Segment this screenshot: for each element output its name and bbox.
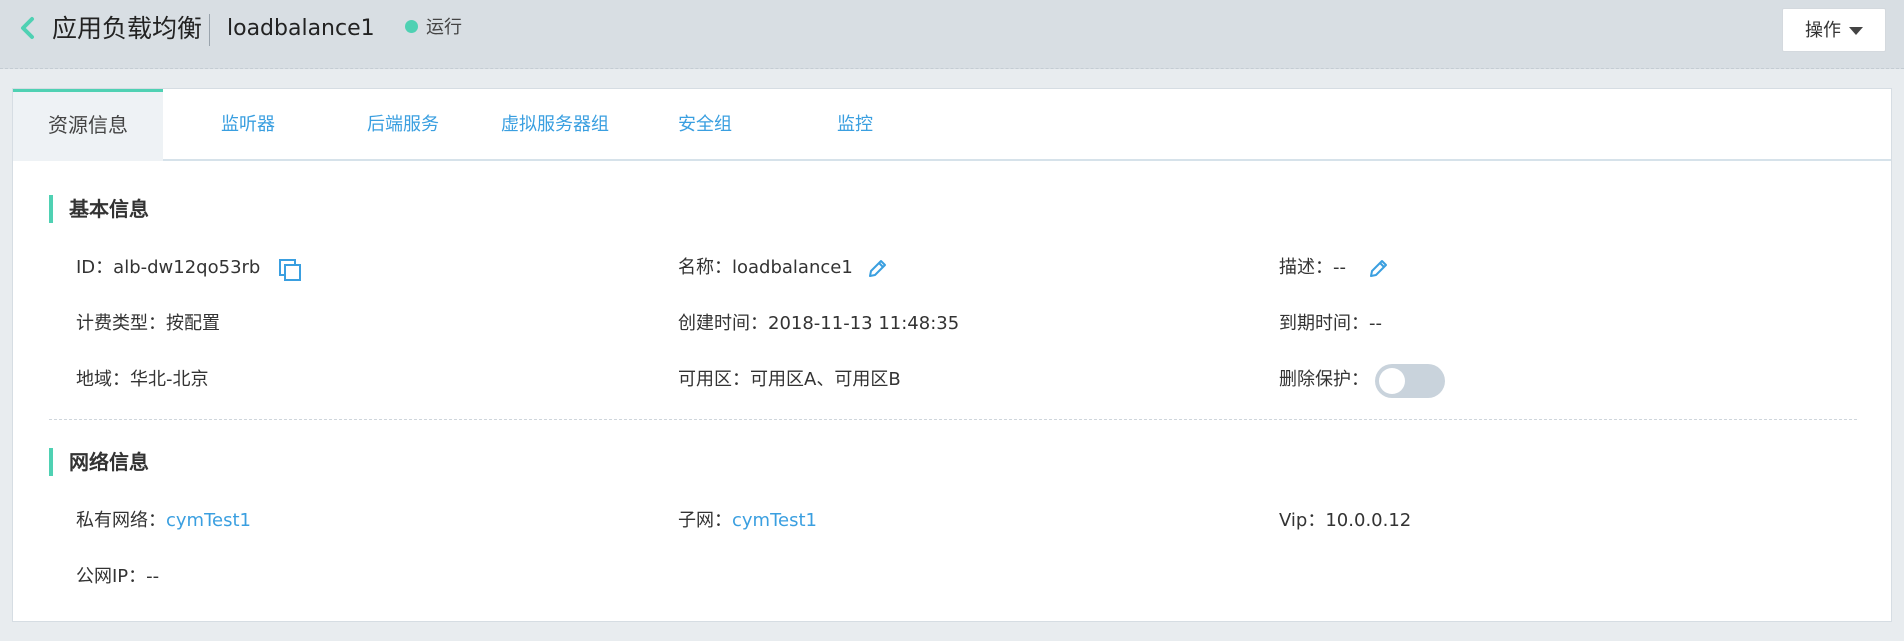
section-network-info-title: 网络信息 [69, 450, 149, 474]
region-value: 华北-北京 [130, 369, 209, 390]
field-billing-type: 计费类型：按配置 [76, 310, 220, 338]
id-label: ID： [76, 257, 114, 278]
field-name: 名称：loadbalance1 [678, 254, 853, 282]
section-basic-info: 基本信息 [49, 195, 149, 223]
section-network-info: 网络信息 [49, 448, 149, 476]
field-expire-time: 到期时间：-- [1279, 310, 1382, 338]
description-label: 描述： [1279, 257, 1333, 278]
operations-label: 操作 [1805, 20, 1841, 41]
delete-protection-toggle[interactable] [1375, 364, 1445, 398]
field-vpc: 私有网络：cymTest1 [76, 507, 251, 535]
availability-zone-label: 可用区： [678, 369, 750, 390]
edit-description-pencil-icon[interactable] [1366, 257, 1390, 281]
subnet-label: 子网： [678, 510, 732, 531]
copy-icon[interactable] [277, 257, 303, 283]
page-header: 应用负载均衡 loadbalance1 运行 操作 [0, 0, 1904, 69]
operations-dropdown-button[interactable]: 操作 [1782, 8, 1886, 52]
field-id: ID：alb-dw12qo53rb [76, 254, 260, 282]
vpc-link[interactable]: cymTest1 [166, 510, 251, 531]
page-title: 应用负载均衡 [52, 14, 203, 43]
title-divider [209, 14, 210, 46]
billing-type-value: 按配置 [166, 313, 220, 334]
region-label: 地域： [76, 369, 130, 390]
field-availability-zone: 可用区：可用区A、可用区B [678, 366, 901, 394]
section-basic-info-title: 基本信息 [69, 197, 149, 221]
caret-down-icon [1849, 27, 1863, 35]
expire-time-value: -- [1369, 313, 1382, 334]
created-time-label: 创建时间： [678, 313, 768, 334]
tab-listeners[interactable]: 监听器 [178, 89, 318, 159]
tab-virtual-server-groups[interactable]: 虚拟服务器组 [475, 89, 635, 159]
name-value: loadbalance1 [732, 257, 853, 278]
description-value: -- [1333, 257, 1346, 278]
expire-time-label: 到期时间： [1279, 313, 1369, 334]
availability-zone-value: 可用区A、可用区B [750, 369, 901, 390]
field-vip: Vip：10.0.0.12 [1279, 507, 1411, 535]
detail-panel: 资源信息 监听器 后端服务 虚拟服务器组 安全组 监控 基本信息 ID：alb-… [12, 88, 1892, 622]
status-dot-icon [405, 19, 418, 33]
tab-monitoring[interactable]: 监控 [785, 89, 925, 159]
tab-security-groups[interactable]: 安全组 [635, 89, 775, 159]
loadbalancer-name: loadbalance1 [227, 16, 375, 41]
delete-protection-label: 删除保护： [1279, 369, 1369, 390]
edit-name-pencil-icon[interactable] [865, 257, 889, 281]
section-accent-bar [49, 195, 53, 223]
subnet-link[interactable]: cymTest1 [732, 510, 817, 531]
field-created-time: 创建时间：2018-11-13 11:48:35 [678, 310, 959, 338]
status-indicator: 运行 [405, 14, 462, 42]
vpc-label: 私有网络： [76, 510, 166, 531]
public-ip-value: -- [146, 566, 160, 587]
status-text: 运行 [426, 17, 462, 38]
id-value: alb-dw12qo53rb [113, 257, 261, 278]
tab-resource-info[interactable]: 资源信息 [13, 89, 163, 161]
toggle-knob [1379, 368, 1405, 394]
public-ip-label: 公网IP： [76, 566, 147, 587]
vip-value: 10.0.0.12 [1325, 510, 1412, 531]
tab-backend-services[interactable]: 后端服务 [333, 89, 473, 159]
created-time-value: 2018-11-13 11:48:35 [768, 313, 960, 334]
back-arrow-icon[interactable] [16, 14, 40, 42]
tab-bar: 资源信息 监听器 后端服务 虚拟服务器组 安全组 监控 [13, 89, 1891, 161]
field-delete-protection: 删除保护： [1279, 366, 1369, 394]
section-divider [49, 419, 1857, 420]
field-region: 地域：华北-北京 [76, 366, 209, 394]
vip-label: Vip： [1279, 510, 1326, 531]
field-subnet: 子网：cymTest1 [678, 507, 817, 535]
section-accent-bar [49, 448, 53, 476]
field-public-ip: 公网IP：-- [76, 563, 159, 591]
field-description: 描述：-- [1279, 254, 1346, 282]
billing-type-label: 计费类型： [76, 313, 166, 334]
name-label: 名称： [678, 257, 732, 278]
